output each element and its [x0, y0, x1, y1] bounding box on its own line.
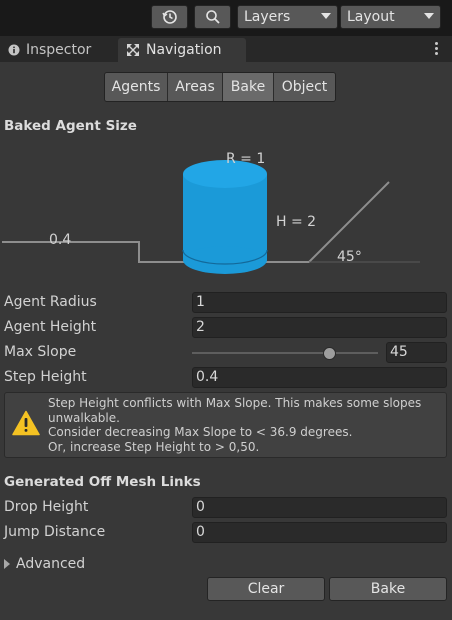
warning-icon — [12, 410, 40, 436]
tab-inspector-label: Inspector — [26, 42, 92, 58]
tab-object[interactable]: Object — [273, 73, 335, 101]
layout-label: Layout — [347, 9, 395, 25]
max-slope-field[interactable]: 45 — [386, 342, 447, 363]
history-icon — [161, 10, 177, 24]
agent-radius-field[interactable]: 1 — [192, 292, 447, 313]
agent-height-field[interactable]: 2 — [192, 317, 447, 338]
step-height-field[interactable]: 0.4 — [192, 367, 447, 388]
tab-navigation-label: Navigation — [146, 42, 222, 58]
step-height-label-row: Step Height — [4, 369, 87, 385]
tab-agents[interactable]: Agents — [105, 73, 167, 101]
tab-inspector[interactable]: Inspector — [8, 38, 91, 62]
warning-line-1: Step Height conflicts with Max Slope. Th… — [48, 396, 422, 425]
slope-angle-label: 45° — [337, 249, 362, 265]
warning-message: Step Height conflicts with Max Slope. Th… — [48, 396, 444, 454]
agent-cylinder — [182, 160, 268, 274]
baked-agent-size-header: Baked Agent Size — [4, 118, 137, 134]
height-label: H = 2 — [276, 214, 316, 230]
step-height-warning: Step Height conflicts with Max Slope. Th… — [4, 392, 447, 458]
tab-areas[interactable]: Areas — [167, 73, 222, 101]
search-icon — [205, 10, 220, 24]
max-slope-slider-track[interactable] — [192, 352, 378, 354]
toolbar: Layers Layout — [0, 0, 452, 36]
advanced-label: Advanced — [16, 556, 86, 572]
drop-height-label: Drop Height — [4, 499, 89, 515]
jump-distance-label: Jump Distance — [4, 524, 106, 540]
off-mesh-links-header: Generated Off Mesh Links — [4, 474, 201, 490]
layout-dropdown[interactable]: Layout — [340, 5, 441, 29]
advanced-foldout[interactable]: Advanced — [4, 556, 85, 572]
tab-navigation[interactable]: Navigation — [118, 38, 246, 62]
agent-size-diagram: R = 1 H = 2 0.4 45° — [2, 151, 420, 274]
agent-radius-label: Agent Radius — [4, 294, 97, 310]
radius-label: R = 1 — [226, 151, 265, 167]
step-height-label: 0.4 — [49, 232, 71, 248]
navigation-icon — [127, 44, 139, 56]
layers-label: Layers — [244, 9, 291, 25]
navigation-mode-tabs: Agents Areas Bake Object — [104, 72, 336, 102]
bake-button[interactable]: Bake — [329, 577, 447, 601]
foldout-arrow-icon — [4, 559, 10, 569]
chevron-down-icon — [424, 13, 434, 19]
search-button[interactable] — [194, 5, 231, 29]
history-button[interactable] — [151, 5, 188, 29]
info-icon — [8, 44, 20, 56]
tab-bar: Inspector Navigation — [0, 36, 452, 62]
more-options-icon[interactable] — [435, 42, 438, 56]
chevron-down-icon — [321, 13, 331, 19]
layers-dropdown[interactable]: Layers — [237, 5, 338, 29]
max-slope-label: Max Slope — [4, 344, 77, 360]
warning-line-3: Or, increase Step Height to > 0,50. — [48, 439, 260, 454]
agent-height-label: Agent Height — [4, 319, 97, 335]
tab-bake[interactable]: Bake — [222, 73, 273, 101]
clear-button[interactable]: Clear — [207, 577, 325, 601]
jump-distance-field[interactable]: 0 — [192, 522, 447, 543]
max-slope-slider-thumb[interactable] — [323, 347, 336, 360]
drop-height-field[interactable]: 0 — [192, 497, 447, 518]
warning-line-2: Consider decreasing Max Slope to < 36.9 … — [48, 425, 353, 439]
